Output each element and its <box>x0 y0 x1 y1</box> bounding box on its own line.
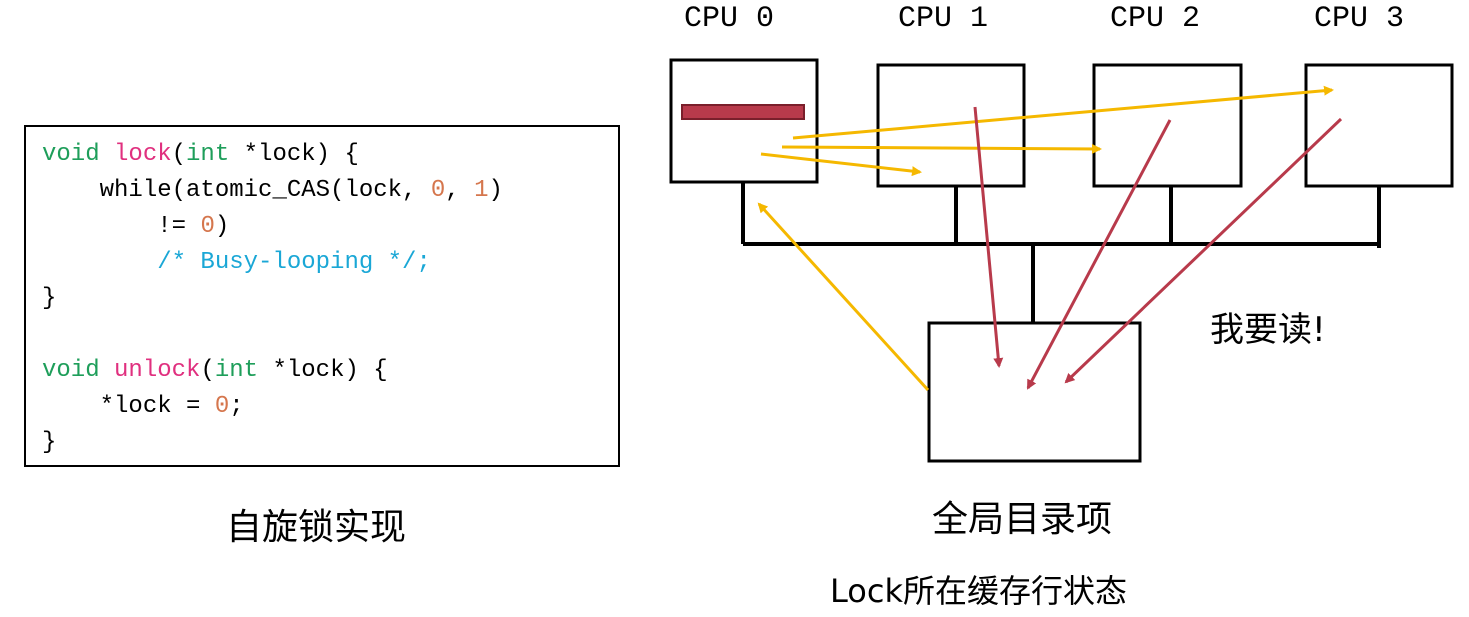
arrow-directory-to-cpu0 <box>757 202 930 392</box>
cpu-3-box <box>1304 63 1454 188</box>
cpu-0-box <box>669 58 819 184</box>
cpu-1-box <box>876 63 1026 188</box>
directory-label: 全局目录项 <box>932 499 1113 540</box>
cpu-3-label: CPU 3 <box>1314 2 1405 36</box>
read-request-label: 我要读! <box>1210 310 1326 350</box>
cache-state-label: Lock所在缓存行状态 <box>830 572 1127 610</box>
arrow-cpu0-to-cpu2 <box>781 143 1102 154</box>
cache-line-bar <box>681 104 805 120</box>
cpu-0-label: CPU 0 <box>684 2 775 36</box>
cpu-1-label: CPU 1 <box>898 2 989 36</box>
directory-box <box>927 321 1142 463</box>
cpu-2-label: CPU 2 <box>1110 2 1201 36</box>
arrow-cpu0-to-cpu3 <box>792 85 1334 140</box>
